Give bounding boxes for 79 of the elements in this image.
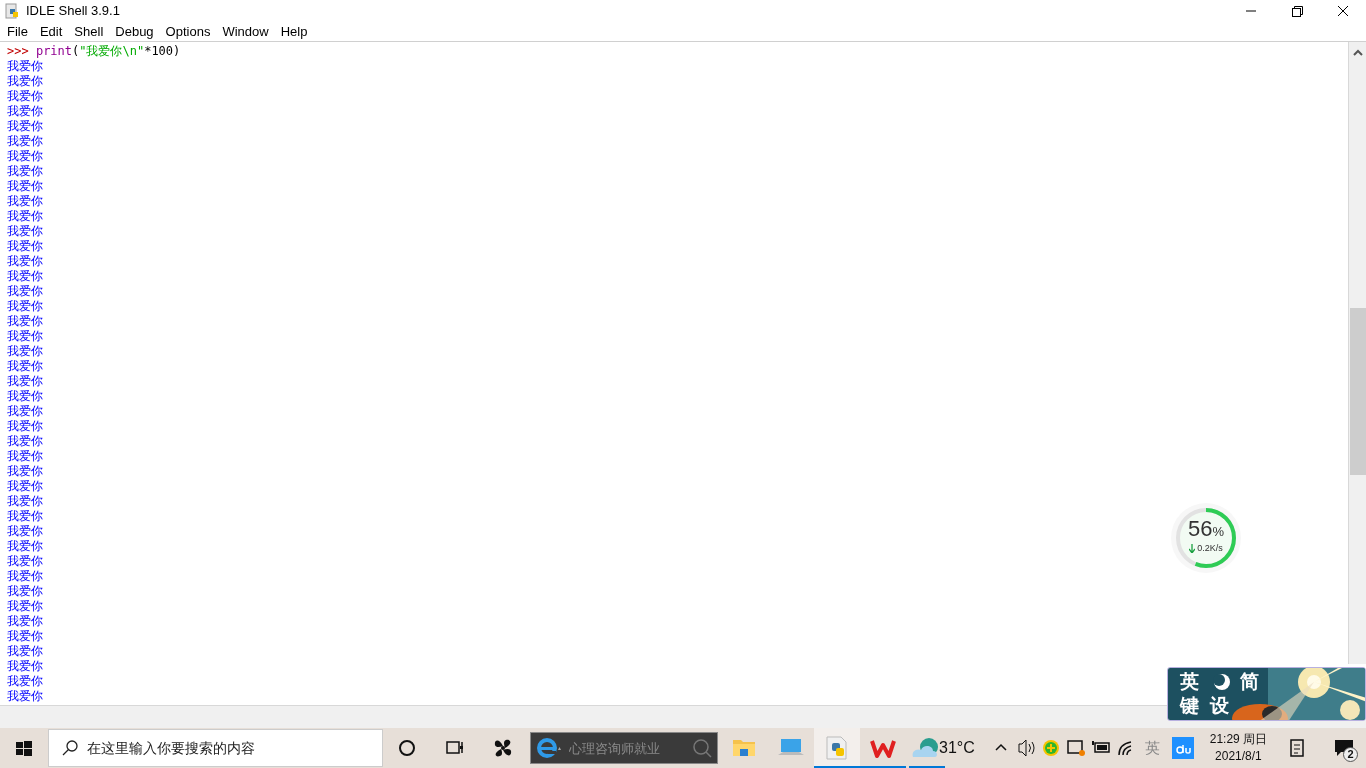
menu-item[interactable]: Window [216, 21, 275, 42]
python-file-icon[interactable] [814, 728, 860, 768]
python-file-icon [4, 3, 20, 19]
menu-item[interactable]: Options [159, 21, 217, 42]
output-line: 我爱你 [7, 179, 43, 194]
output-line: 我爱你 [7, 614, 43, 629]
output-line: 我爱你 [7, 389, 43, 404]
ime-settings-label[interactable]: 设 [1210, 694, 1234, 718]
output-line: 我爱你 [7, 419, 43, 434]
output-line: 我爱你 [7, 449, 43, 464]
output-line: 我爱你 [7, 314, 43, 329]
weather-button[interactable]: 31°C [909, 728, 977, 768]
shell-prompt: >>> [7, 44, 30, 59]
network-speed-widget[interactable]: 56% 0.2K/s [1171, 503, 1241, 573]
output-line: 我爱你 [7, 584, 43, 599]
notification-button[interactable]: 2 [1321, 728, 1366, 768]
search-field[interactable]: 在这里输入你要搜索的内容 [87, 730, 382, 766]
output-line: 我爱你 [7, 494, 43, 509]
output-line: 我爱你 [7, 689, 43, 704]
clock[interactable]: 21:29 周日 2021/8/1 [1209, 731, 1268, 765]
output-line: 我爱你 [7, 284, 43, 299]
output-line: 我爱你 [7, 149, 43, 164]
percent-unit: % [1212, 524, 1224, 541]
output-line: 我爱你 [7, 134, 43, 149]
menu-item[interactable]: File [1, 21, 34, 42]
code-line: print("我爱你\n"*100) [35, 44, 181, 59]
output-line: 我爱你 [7, 404, 43, 419]
menu-item[interactable]: Debug [109, 21, 160, 42]
scrollbar-thumb[interactable] [1349, 308, 1366, 475]
output-line: 我爱你 [7, 524, 43, 539]
output-line: 我爱你 [7, 344, 43, 359]
ime-mode-label[interactable]: 英 [1180, 670, 1204, 694]
ime-key-label[interactable]: 键 [1180, 694, 1204, 718]
output-line: 我爱你 [7, 209, 43, 224]
output-line: 我爱你 [7, 509, 43, 524]
output-line: 我爱你 [7, 59, 43, 74]
output-line: 我爱你 [7, 554, 43, 569]
cloud-icon [911, 737, 941, 759]
browser-e-icon [534, 736, 563, 760]
output-line: 我爱你 [7, 104, 43, 119]
output-line: 我爱你 [7, 164, 43, 179]
output-line: 我爱你 [7, 569, 43, 584]
output-line: 我爱你 [7, 674, 43, 689]
output-line: 我爱你 [7, 539, 43, 554]
search-icon [62, 740, 78, 756]
output-line: 我爱你 [7, 224, 43, 239]
output-line: 我爱你 [7, 89, 43, 104]
scrollbar[interactable] [1348, 42, 1366, 664]
output-line: 我爱你 [7, 644, 43, 659]
du-app-icon[interactable] [1171, 737, 1194, 759]
search-box[interactable]: 在这里输入你要搜索的内容 [48, 729, 383, 767]
ime-toolbar[interactable]: 英 简 键 设 [1167, 667, 1366, 721]
output-line: 我爱你 [7, 659, 43, 674]
output-line: 我爱你 [7, 479, 43, 494]
output-line: 我爱你 [7, 434, 43, 449]
search-icon [691, 737, 713, 759]
output-line: 我爱你 [7, 119, 43, 134]
output-line: 我爱你 [7, 254, 43, 269]
output-line: 我爱你 [7, 464, 43, 479]
speed-value: 0.2K/s [1197, 541, 1223, 555]
output-line: 我爱你 [7, 194, 43, 209]
window-title: IDLE Shell 3.9.1 [26, 2, 120, 21]
output-line: 我爱你 [7, 299, 43, 314]
down-arrow-icon [1189, 543, 1196, 553]
menu-item[interactable]: Edit [33, 21, 69, 42]
output-line: 我爱你 [7, 239, 43, 254]
menu-item[interactable]: Shell [68, 21, 110, 42]
menu-item[interactable]: Help [274, 21, 314, 42]
ime-script-label[interactable]: 简 [1240, 670, 1264, 694]
output-line: 我爱你 [7, 374, 43, 389]
output-line: 我爱你 [7, 599, 43, 614]
output-line: 我爱你 [7, 329, 43, 344]
output-line: 我爱你 [7, 74, 43, 89]
browser-search-box[interactable]: 心理咨询师就业 [529, 732, 718, 764]
percent-value: 56 [1187, 517, 1213, 541]
output-line: 我爱你 [7, 629, 43, 644]
output-line: 我爱你 [7, 359, 43, 374]
browser-search-field[interactable]: 心理咨询师就业 [568, 734, 689, 762]
output-line: 我爱你 [7, 269, 43, 284]
